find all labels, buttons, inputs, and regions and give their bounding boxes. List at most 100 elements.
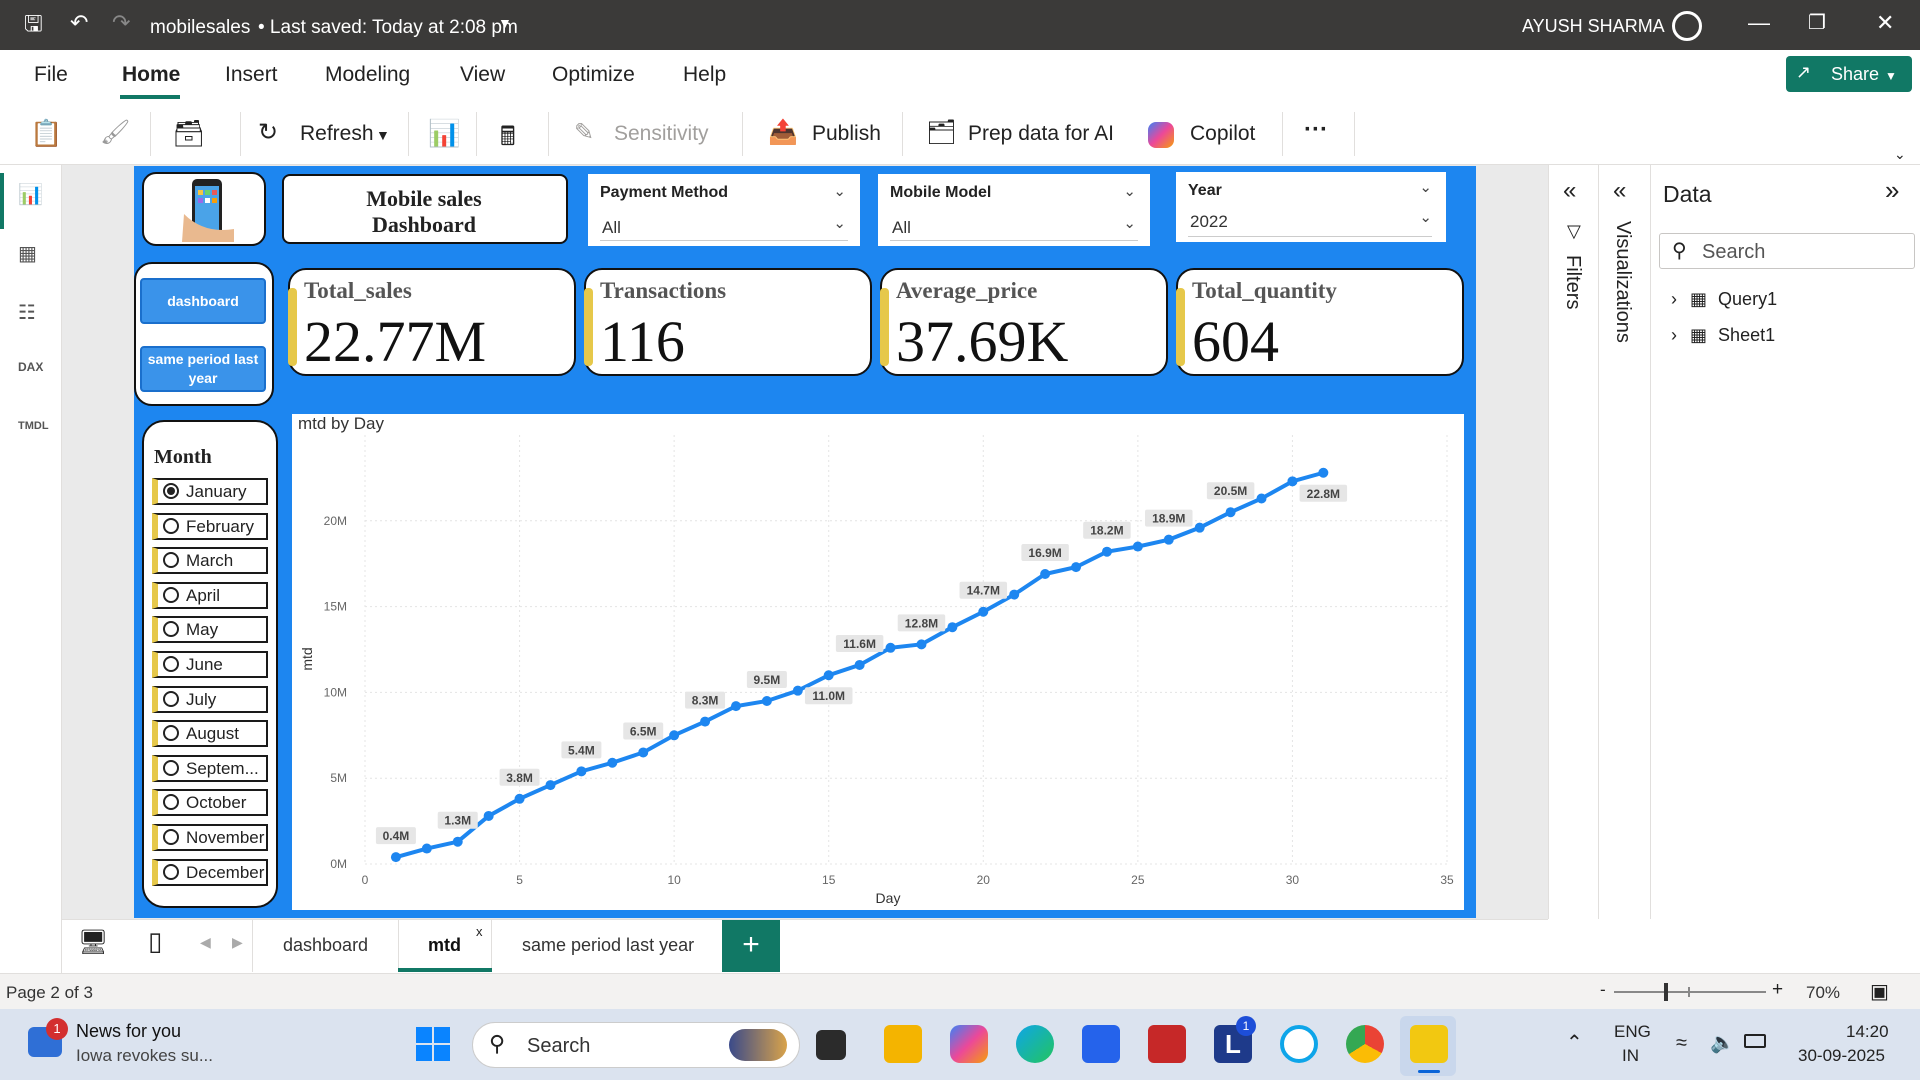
- copilot-button[interactable]: Copilot: [1190, 122, 1255, 146]
- language-label[interactable]: ENG: [1614, 1022, 1651, 1042]
- calculator-icon[interactable]: 🖩: [500, 118, 516, 162]
- prep-data-button[interactable]: Prep data for AI: [968, 122, 1114, 146]
- radio-icon[interactable]: [163, 586, 179, 603]
- month-item[interactable]: March: [152, 547, 268, 575]
- add-page-button[interactable]: +: [722, 920, 780, 972]
- cortana-icon[interactable]: [1280, 1025, 1318, 1063]
- powerbi-icon[interactable]: [1410, 1025, 1448, 1063]
- zoom-in-icon[interactable]: +: [1772, 979, 1783, 1001]
- chevron-down-icon[interactable]: ⌄: [833, 214, 846, 232]
- month-item[interactable]: April: [152, 581, 268, 609]
- slicer-value[interactable]: All: [892, 218, 911, 238]
- file-explorer-icon[interactable]: [884, 1025, 922, 1063]
- same-period-nav-button[interactable]: same period last year: [140, 346, 266, 392]
- radio-icon[interactable]: [163, 863, 179, 880]
- table-item-sheet1[interactable]: › ▦ Sheet1: [1671, 325, 1775, 346]
- mtd-line-chart[interactable]: mtd by Day 0M 5M 10M 15M 20M 0 5 10 15 20 25 30 35 …: [292, 414, 1464, 910]
- tab-dashboard[interactable]: dashboard: [283, 935, 368, 956]
- month-item[interactable]: February: [152, 512, 268, 540]
- radio-icon[interactable]: [163, 552, 179, 569]
- fit-to-page-icon[interactable]: ▣: [1870, 979, 1889, 1004]
- file-name[interactable]: mobilesales: [150, 17, 250, 39]
- zoom-out-icon[interactable]: -: [1600, 980, 1606, 1000]
- month-item[interactable]: Septem...: [152, 754, 268, 782]
- clock-date[interactable]: 30-09-2025: [1798, 1046, 1885, 1066]
- month-item[interactable]: August: [152, 720, 268, 748]
- month-item[interactable]: July: [152, 685, 268, 713]
- paste-icon[interactable]: 📋: [30, 118, 62, 149]
- radio-icon[interactable]: [163, 483, 179, 499]
- mobile-model-slicer[interactable]: Mobile Model ⌄ All ⌄: [878, 174, 1150, 246]
- slicer-value[interactable]: 2022: [1190, 212, 1228, 232]
- share-button[interactable]: ↗ Share ▼: [1786, 56, 1912, 92]
- chrome-icon[interactable]: [1346, 1025, 1384, 1063]
- chevron-down-icon[interactable]: ▼: [498, 15, 512, 31]
- tab-mtd[interactable]: mtd: [428, 935, 461, 956]
- radio-icon[interactable]: [163, 690, 179, 707]
- zoom-slider-thumb[interactable]: [1664, 983, 1668, 1001]
- radio-icon[interactable]: [163, 517, 179, 534]
- news-subtitle[interactable]: Iowa revokes su...: [76, 1046, 213, 1066]
- edge-icon[interactable]: [1016, 1025, 1054, 1063]
- get-data-icon[interactable]: 🗃: [172, 118, 205, 149]
- visualizations-pane-collapsed[interactable]: « Visualizations: [1598, 165, 1650, 919]
- ribbon-collapse-icon[interactable]: ⌄: [1894, 146, 1906, 163]
- close-icon[interactable]: ✕: [1876, 12, 1894, 34]
- prev-page-icon[interactable]: ◀: [200, 934, 211, 951]
- menu-help[interactable]: Help: [683, 63, 726, 87]
- month-item[interactable]: October: [152, 789, 268, 817]
- battery-icon[interactable]: [1744, 1034, 1766, 1048]
- refresh-button[interactable]: Refresh: [300, 122, 374, 146]
- format-painter-icon[interactable]: 🖌: [100, 118, 130, 147]
- month-item[interactable]: May: [152, 616, 268, 644]
- avatar[interactable]: [1672, 11, 1702, 41]
- undo-icon[interactable]: ↶: [70, 12, 88, 34]
- month-item[interactable]: December: [152, 858, 268, 886]
- news-title[interactable]: News for you: [76, 1021, 181, 1042]
- filters-pane-collapsed[interactable]: « ▽ Filters: [1548, 165, 1598, 919]
- speaker-icon[interactable]: 🔈: [1710, 1030, 1735, 1055]
- restore-icon[interactable]: ❐: [1808, 12, 1826, 34]
- menu-home[interactable]: Home: [122, 63, 180, 87]
- menu-file[interactable]: File: [34, 63, 68, 87]
- zoom-level[interactable]: 70%: [1806, 983, 1840, 1003]
- radio-icon[interactable]: [163, 794, 179, 811]
- store-icon[interactable]: [1082, 1025, 1120, 1063]
- task-view-icon[interactable]: [816, 1030, 846, 1060]
- chevron-up-icon[interactable]: ⌃: [1566, 1030, 1583, 1055]
- copilot-taskbar-icon[interactable]: [950, 1025, 988, 1063]
- expand-visualizations-icon[interactable]: «: [1613, 177, 1626, 205]
- expand-filters-icon[interactable]: «: [1563, 177, 1576, 205]
- taskbar-search[interactable]: ⚲ Search: [472, 1022, 800, 1068]
- redo-icon[interactable]: ↷: [112, 12, 130, 34]
- tmdl-view-icon[interactable]: TMDL: [18, 420, 49, 446]
- table-view-icon[interactable]: ▦: [18, 241, 44, 267]
- month-item[interactable]: January: [152, 478, 268, 505]
- menu-view[interactable]: View: [460, 63, 505, 87]
- mobile-layout-icon[interactable]: ▯: [148, 926, 162, 957]
- radio-icon[interactable]: [163, 656, 179, 672]
- menu-insert[interactable]: Insert: [225, 63, 278, 87]
- zoom-slider[interactable]: [1614, 983, 1766, 1001]
- radio-icon[interactable]: [163, 759, 179, 776]
- wifi-icon[interactable]: ≈: [1676, 1032, 1687, 1055]
- dax-query-icon[interactable]: DAX: [18, 360, 44, 386]
- new-visual-icon[interactable]: 📊: [428, 118, 460, 149]
- region-label[interactable]: IN: [1622, 1046, 1639, 1066]
- year-slicer[interactable]: Year ⌄ 2022 ⌄: [1176, 172, 1446, 242]
- minimize-icon[interactable]: —: [1748, 12, 1770, 34]
- chevron-down-icon[interactable]: ⌄: [1419, 178, 1432, 196]
- windows-start-icon[interactable]: [416, 1027, 450, 1061]
- publish-button[interactable]: Publish: [812, 122, 881, 146]
- radio-icon[interactable]: [163, 621, 179, 638]
- model-view-icon[interactable]: ☷: [18, 300, 44, 326]
- tab-same-period-last-year[interactable]: same period last year: [522, 935, 694, 956]
- table-item-query1[interactable]: › ▦ Query1: [1671, 289, 1777, 310]
- desktop-layout-icon[interactable]: 🖥: [78, 928, 108, 957]
- clock-time[interactable]: 14:20: [1846, 1022, 1889, 1042]
- report-view-icon[interactable]: 📊: [18, 182, 44, 208]
- menu-modeling[interactable]: Modeling: [325, 63, 410, 87]
- menu-optimize[interactable]: Optimize: [552, 63, 635, 87]
- payment-method-slicer[interactable]: Payment Method ⌄ All ⌄: [588, 174, 860, 246]
- more-options[interactable]: ···: [1304, 116, 1328, 144]
